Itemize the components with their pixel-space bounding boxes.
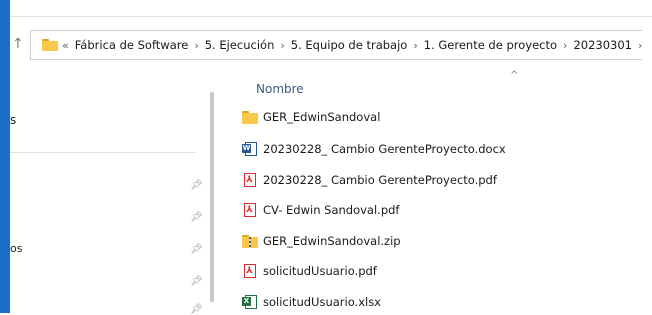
breadcrumb-item[interactable]: 5. Ejecución — [205, 38, 275, 52]
folder-icon — [242, 109, 258, 125]
window-left-accent — [0, 0, 10, 313]
file-row-pdf[interactable]: ⅄ 20230228_ Cambio GerenteProyecto.pdf — [242, 169, 497, 191]
file-name: solicitudUsuario.xlsx — [263, 295, 381, 309]
breadcrumb-separator-icon[interactable]: › — [413, 39, 417, 52]
pin-icon[interactable]: 📌︎ — [190, 276, 203, 287]
file-name: GER_EdwinSandoval — [263, 110, 381, 124]
breadcrumb-item[interactable]: 20230301 — [573, 38, 632, 52]
word-file-icon: W — [242, 141, 258, 157]
file-name: 20230228_ Cambio GerenteProyecto.docx — [263, 142, 506, 156]
file-row-pdf[interactable]: ⅄ CV- Edwin Sandoval.pdf — [242, 199, 399, 221]
file-name: GER_EdwinSandoval.zip — [263, 234, 401, 248]
file-row-pdf[interactable]: ⅄ solicitudUsuario.pdf — [242, 260, 377, 282]
file-row-docx[interactable]: W 20230228_ Cambio GerenteProyecto.docx — [242, 138, 506, 160]
breadcrumb-separator-icon[interactable]: › — [638, 39, 642, 52]
pin-icon[interactable]: 📌︎ — [190, 180, 203, 191]
breadcrumb: « Fábrica de Software › 5. Ejecución › 5… — [42, 38, 648, 52]
nav-divider — [10, 152, 196, 153]
breadcrumb-separator-icon[interactable]: › — [194, 39, 198, 52]
pin-icon[interactable]: 📌︎ — [190, 212, 203, 223]
pin-icon[interactable]: 📌︎ — [190, 304, 203, 315]
file-row-xlsx[interactable]: X solicitudUsuario.xlsx — [242, 291, 381, 313]
breadcrumb-item[interactable]: Fábrica de Software — [75, 38, 189, 52]
column-header-name[interactable]: Nombre — [256, 82, 304, 96]
overflow-chevron-icon[interactable]: « — [62, 39, 69, 52]
breadcrumb-separator-icon[interactable]: › — [563, 39, 567, 52]
nav-item-label[interactable]: s — [10, 113, 16, 127]
nav-item-label[interactable]: os — [10, 242, 22, 255]
pdf-file-icon: ⅄ — [242, 202, 258, 218]
pin-icon[interactable]: 📌︎ — [190, 244, 203, 255]
sort-ascending-icon: ^ — [510, 70, 519, 81]
file-name: CV- Edwin Sandoval.pdf — [263, 203, 400, 217]
file-row-folder[interactable]: GER_EdwinSandoval — [242, 106, 380, 128]
breadcrumb-item[interactable]: 5. Equipo de trabajo — [291, 38, 408, 52]
zip-folder-icon — [242, 233, 258, 249]
file-name: solicitudUsuario.pdf — [263, 264, 377, 278]
pdf-file-icon: ⅄ — [242, 263, 258, 279]
pdf-file-icon: ⅄ — [242, 172, 258, 188]
up-arrow-icon[interactable]: ↑ — [12, 36, 24, 52]
window-top-edge — [0, 0, 652, 17]
nav-scrollbar[interactable] — [210, 92, 214, 302]
file-name: 20230228_ Cambio GerenteProyecto.pdf — [263, 173, 497, 187]
breadcrumb-item[interactable]: 1. Gerente de proyecto — [424, 38, 557, 52]
breadcrumb-separator-icon[interactable]: › — [280, 39, 284, 52]
excel-file-icon: X — [242, 294, 258, 310]
folder-icon — [42, 39, 58, 51]
file-row-zip[interactable]: GER_EdwinSandoval.zip — [242, 230, 401, 252]
